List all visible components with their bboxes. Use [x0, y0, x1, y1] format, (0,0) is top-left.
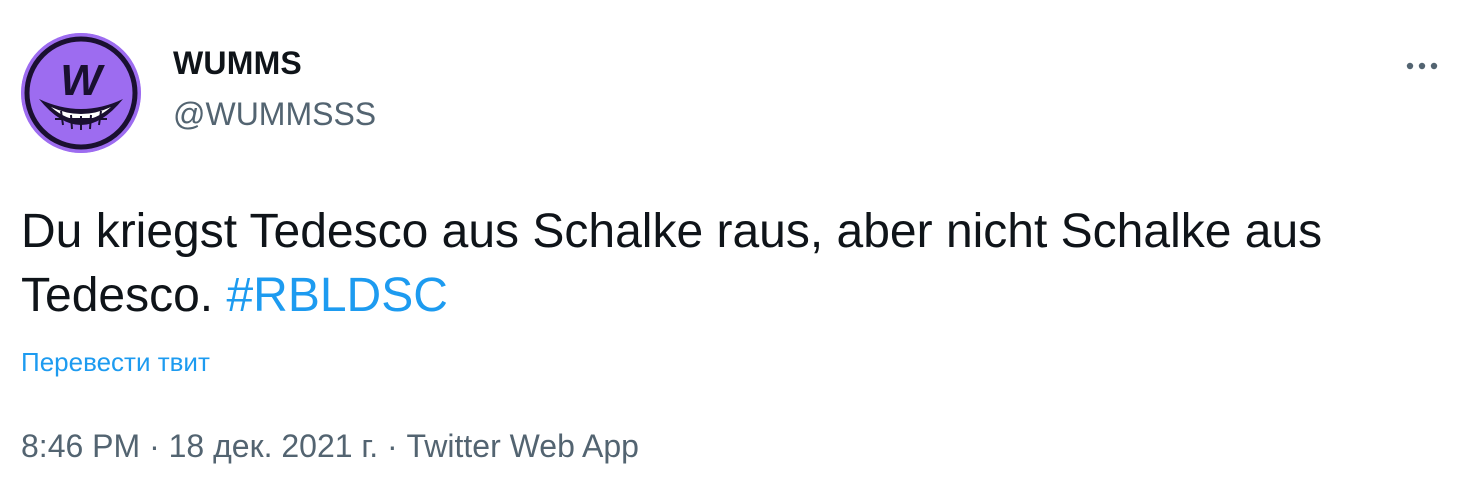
- meta-separator: ·: [386, 428, 398, 464]
- hashtag-link[interactable]: #RBLDSC: [226, 269, 447, 322]
- more-options-button[interactable]: [1398, 48, 1446, 84]
- meta-separator: ·: [149, 428, 160, 464]
- tweet-metadata: 8:46 PM · 18 дек. 2021 г. · Twitter Web …: [21, 428, 639, 465]
- avatar[interactable]: W: [21, 33, 141, 153]
- tweet-text: Du kriegst Tedesco aus Schalke raus, abe…: [21, 200, 1421, 328]
- tweet-time[interactable]: 8:46 PM: [21, 428, 140, 464]
- tweet-source[interactable]: Twitter Web App: [407, 428, 639, 464]
- avatar-letter: W: [60, 56, 105, 105]
- tweet-card: W WUMMS @WUMMSSS Du kriegst Tedesco aus …: [0, 0, 1460, 482]
- tweet-text-content: Du kriegst Tedesco aus Schalke raus, abe…: [21, 205, 1323, 322]
- translate-tweet-link[interactable]: Перевести твит: [21, 347, 210, 378]
- tweet-date[interactable]: 18 дек. 2021 г.: [169, 428, 378, 464]
- display-name[interactable]: WUMMS: [173, 45, 302, 82]
- avatar-grin-icon: W: [21, 33, 141, 153]
- user-handle[interactable]: @WUMMSSS: [173, 96, 376, 133]
- more-horizontal-icon: [1406, 62, 1438, 70]
